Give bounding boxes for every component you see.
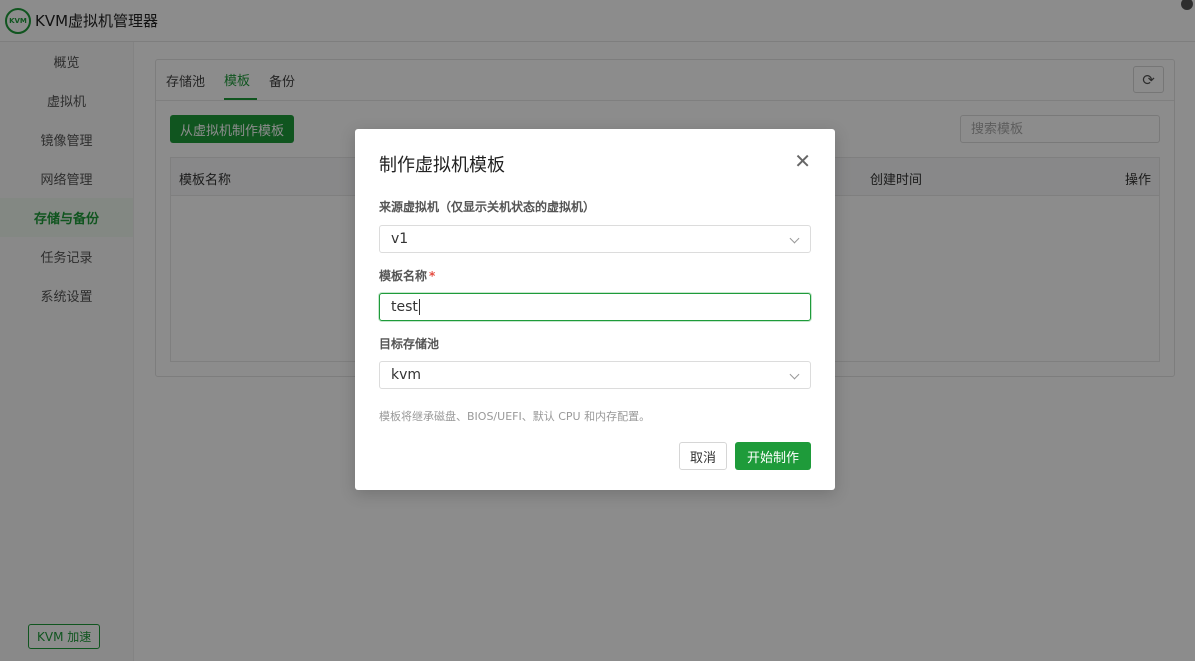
dialog-title: 制作虚拟机模板 (379, 155, 505, 176)
chevron-down-icon (789, 233, 800, 244)
source-vm-value: v1 (391, 231, 409, 247)
template-name-value: test (391, 299, 418, 315)
target-pool-value: kvm (391, 367, 422, 383)
target-pool-label: 目标存储池 (379, 337, 440, 351)
target-pool-select[interactable]: kvm (379, 361, 811, 389)
required-mark: * (429, 269, 436, 283)
cancel-button[interactable]: 取消 (679, 442, 727, 470)
close-icon[interactable]: ✕ (794, 151, 811, 171)
source-vm-label: 来源虚拟机（仅显示关机状态的虚拟机） (379, 200, 596, 214)
chevron-down-icon (789, 369, 800, 380)
template-name-label: 模板名称 * (379, 269, 436, 283)
start-make-button[interactable]: 开始制作 (735, 442, 811, 470)
make-template-dialog: 制作虚拟机模板 ✕ 来源虚拟机（仅显示关机状态的虚拟机） v1 模板名称 * te… (355, 129, 835, 490)
source-vm-select[interactable]: v1 (379, 225, 811, 253)
template-name-input[interactable]: test (379, 293, 811, 321)
dialog-hint: 模板将继承磁盘、BIOS/UEFI、默认 CPU 和内存配置。 (379, 410, 651, 423)
text-caret (418, 299, 420, 315)
